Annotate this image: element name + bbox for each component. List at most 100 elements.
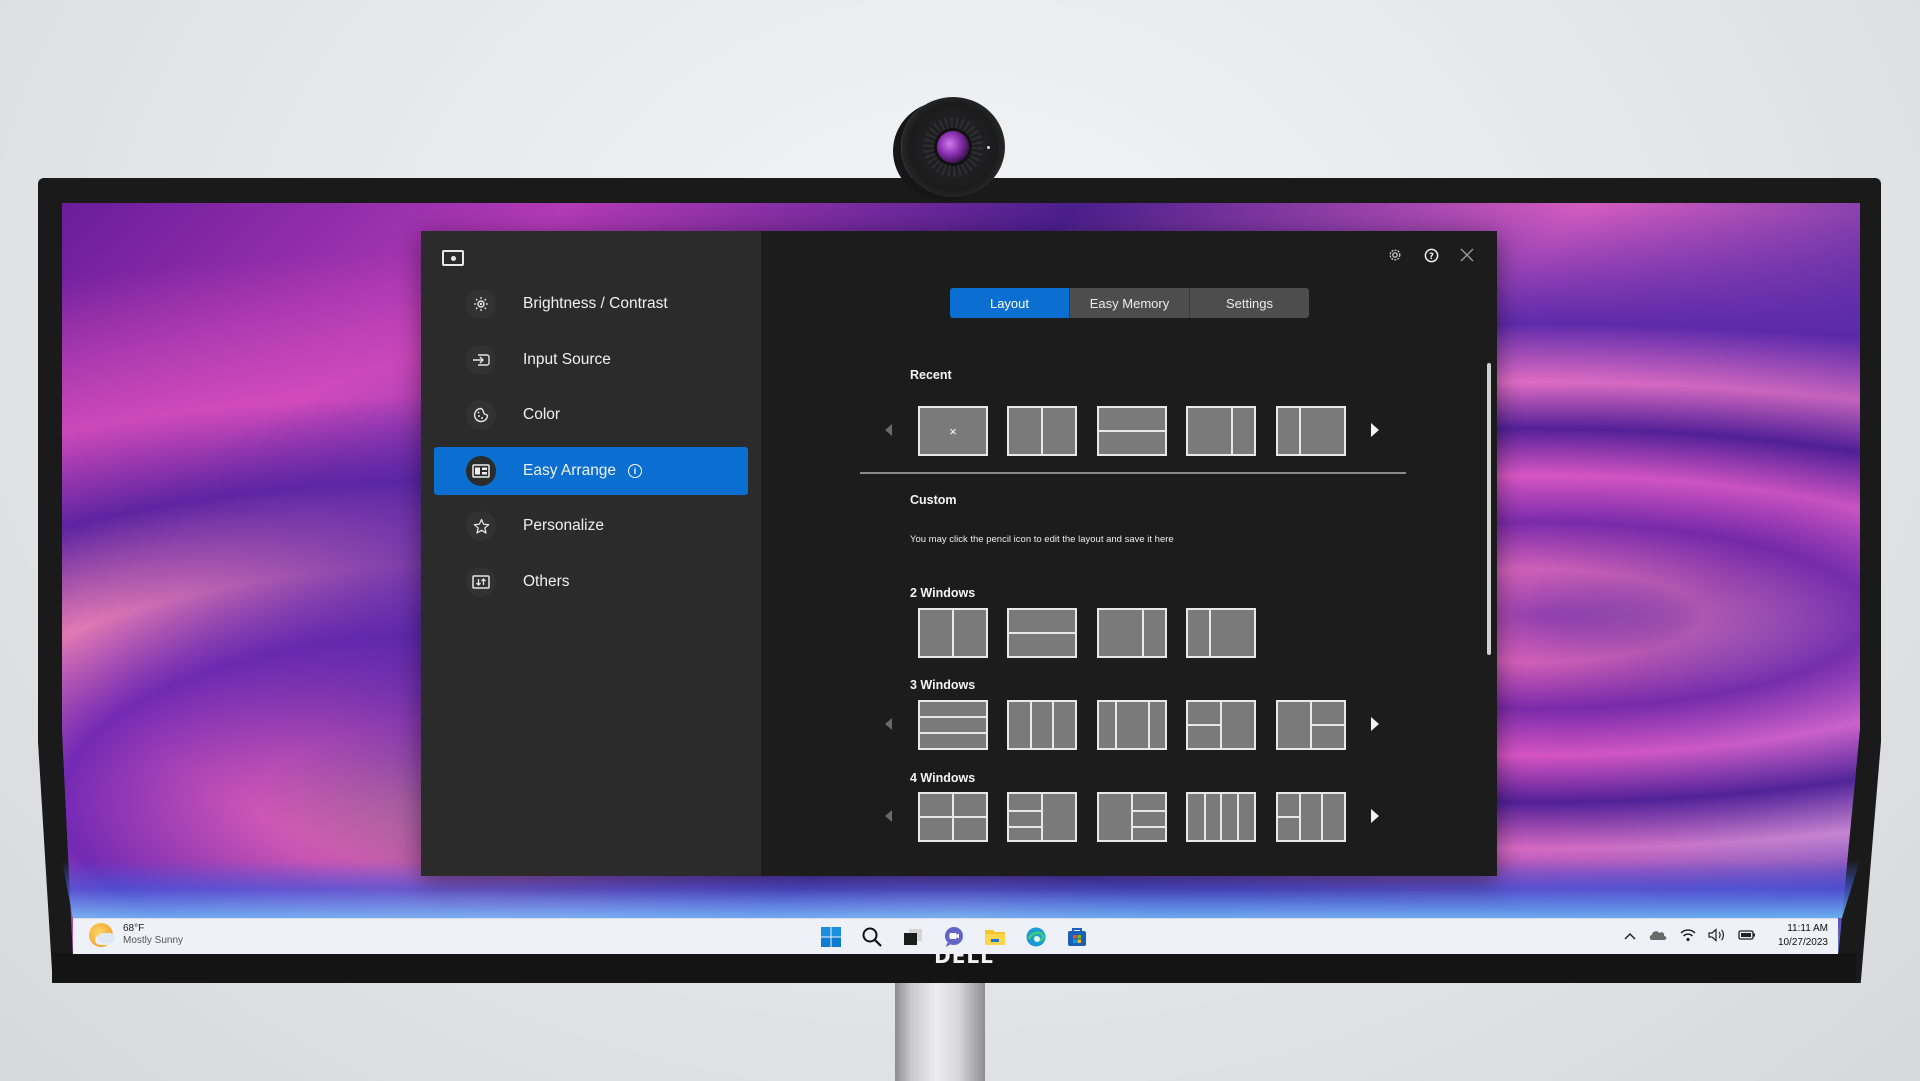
chevron-up-icon[interactable] — [1624, 928, 1636, 944]
tab-easy-memory[interactable]: Easy Memory — [1070, 288, 1190, 318]
layout-thumb-4-left-split-two-columns[interactable] — [1276, 792, 1346, 842]
input-source-icon — [466, 344, 496, 375]
search-icon[interactable] — [858, 923, 886, 951]
sidebar-item-label: Others — [523, 572, 570, 590]
gear-icon[interactable] — [1387, 247, 1403, 263]
group-3-prev-arrow-icon[interactable] — [885, 718, 892, 730]
custom-help-text: You may click the pencil icon to edit th… — [910, 534, 1174, 545]
layout-divider — [1231, 408, 1233, 454]
section-divider — [860, 472, 1406, 474]
layout-divider — [1321, 794, 1323, 840]
layout-thumb-3-left-split-right-full[interactable] — [1186, 700, 1256, 750]
layout-divider — [1009, 632, 1075, 634]
layout-group-row — [421, 608, 1497, 660]
custom-title: Custom — [910, 493, 957, 507]
layout-group-row — [421, 792, 1497, 844]
close-icon[interactable] — [1459, 247, 1475, 263]
layout-divider — [1099, 430, 1165, 432]
layout-thumb-2-vertical-left-wide[interactable] — [1097, 608, 1167, 658]
app-logo-icon — [442, 250, 464, 266]
layout-thumb-2-vertical-left-wide[interactable] — [1186, 406, 1256, 456]
layout-thumb-3-vertical-center-wide[interactable] — [1097, 700, 1167, 750]
layout-icon — [466, 455, 496, 486]
layout-divider — [1142, 610, 1144, 656]
webcam — [901, 97, 1005, 197]
layout-divider — [1188, 724, 1221, 726]
sidebar-item-others[interactable]: Others — [434, 558, 748, 606]
layout-thumb-2-vertical-equal[interactable] — [918, 608, 988, 658]
task-view-icon[interactable] — [899, 923, 927, 951]
layout-divider — [1115, 702, 1117, 748]
layout-divider — [1041, 408, 1043, 454]
display-manager-window: Brightness / Contrast Input Source Color Ea… — [421, 231, 1497, 876]
layout-thumb-2-vertical-equal[interactable] — [1007, 406, 1077, 456]
sidebar-item-brightness-contrast[interactable]: Brightness / Contrast — [434, 280, 748, 328]
layout-thumb-3-horizontal-rows[interactable] — [918, 700, 988, 750]
layout-divider — [1237, 794, 1239, 840]
layout-thumb-4-quad[interactable] — [918, 792, 988, 842]
recent-prev-arrow-icon[interactable] — [885, 424, 892, 436]
layout-thumb-4-left-full-right-3-stack[interactable] — [1097, 792, 1167, 842]
webcam-ring — [923, 117, 983, 177]
recent-title: Recent — [910, 368, 952, 382]
group-3-next-arrow-icon[interactable] — [1371, 717, 1379, 731]
layout-divider — [920, 716, 986, 718]
layout-divider — [1131, 794, 1133, 840]
layout-thumb-4-left-3-stack-right-full[interactable] — [1007, 792, 1077, 842]
clock[interactable]: 11:11 AM 10/27/2023 — [1778, 922, 1828, 950]
clock-time: 11:11 AM — [1787, 923, 1828, 934]
sidebar-item-label: Brightness / Contrast — [523, 295, 668, 312]
store-icon[interactable] — [1063, 923, 1091, 951]
layout-thumb-empty[interactable]: × — [918, 406, 988, 456]
taskbar-pinned — [817, 923, 1091, 951]
scrollbar[interactable] — [1487, 363, 1491, 655]
weather-widget[interactable]: 68°F Mostly Sunny — [89, 923, 183, 947]
sidebar-item-personalize[interactable]: Personalize — [434, 502, 748, 550]
group-4-next-arrow-icon[interactable] — [1371, 809, 1379, 823]
help-icon[interactable]: ? — [1423, 247, 1439, 263]
layout-thumb-3-left-full-right-split[interactable] — [1276, 700, 1346, 750]
layout-thumb-4-vertical-columns[interactable] — [1186, 792, 1256, 842]
tab-bar: Layout Easy Memory Settings — [950, 288, 1309, 318]
sidebar-item-label: Personalize — [523, 517, 604, 534]
layout-divider — [1132, 826, 1165, 828]
layout-divider — [1132, 810, 1165, 812]
window-controls: ? — [1387, 247, 1475, 263]
wifi-icon[interactable] — [1680, 928, 1696, 945]
layout-thumb-2-horizontal-equal[interactable] — [1007, 608, 1077, 658]
others-icon — [466, 566, 496, 597]
webcam-lens — [937, 131, 969, 163]
weather-temp: 68°F — [123, 923, 145, 934]
group-title: 3 Windows — [910, 678, 976, 692]
battery-icon[interactable] — [1738, 928, 1756, 944]
sidebar-item-input-source[interactable]: Input Source — [434, 336, 748, 384]
layout-divider — [1041, 794, 1043, 840]
teams-chat-icon[interactable] — [940, 923, 968, 951]
volume-icon[interactable] — [1708, 927, 1726, 945]
group-title: 2 Windows — [910, 586, 976, 600]
onedrive-icon[interactable] — [1648, 928, 1668, 945]
layout-group-row — [421, 700, 1497, 752]
tab-settings[interactable]: Settings — [1190, 288, 1309, 318]
layout-divider — [1209, 610, 1211, 656]
brightness-icon — [466, 289, 496, 319]
layout-thumb-2-horizontal-equal[interactable] — [1097, 406, 1167, 456]
layout-thumb-2-vertical-right-wide[interactable] — [1276, 406, 1346, 456]
svg-text:?: ? — [1429, 250, 1434, 260]
layout-thumb-3-vertical-equal[interactable] — [1007, 700, 1077, 750]
recent-next-arrow-icon[interactable] — [1371, 423, 1379, 437]
edge-icon[interactable] — [1022, 923, 1050, 951]
group-4-prev-arrow-icon[interactable] — [885, 810, 892, 822]
tab-layout[interactable]: Layout — [950, 288, 1070, 318]
system-tray: 11:11 AM 10/27/2023 — [1624, 922, 1828, 950]
weather-desc: Mostly Sunny — [123, 935, 184, 946]
info-icon[interactable]: i — [628, 463, 643, 478]
windows-start-icon[interactable] — [817, 923, 845, 951]
sidebar-item-label: Input Source — [523, 350, 611, 368]
layout-thumb-2-vertical-right-wide[interactable] — [1186, 608, 1256, 658]
file-explorer-icon[interactable] — [981, 923, 1009, 951]
layout-divider — [1220, 794, 1222, 840]
partly-sunny-icon — [89, 923, 115, 947]
layout-divider — [1030, 702, 1032, 748]
layout-divider — [1311, 724, 1344, 726]
